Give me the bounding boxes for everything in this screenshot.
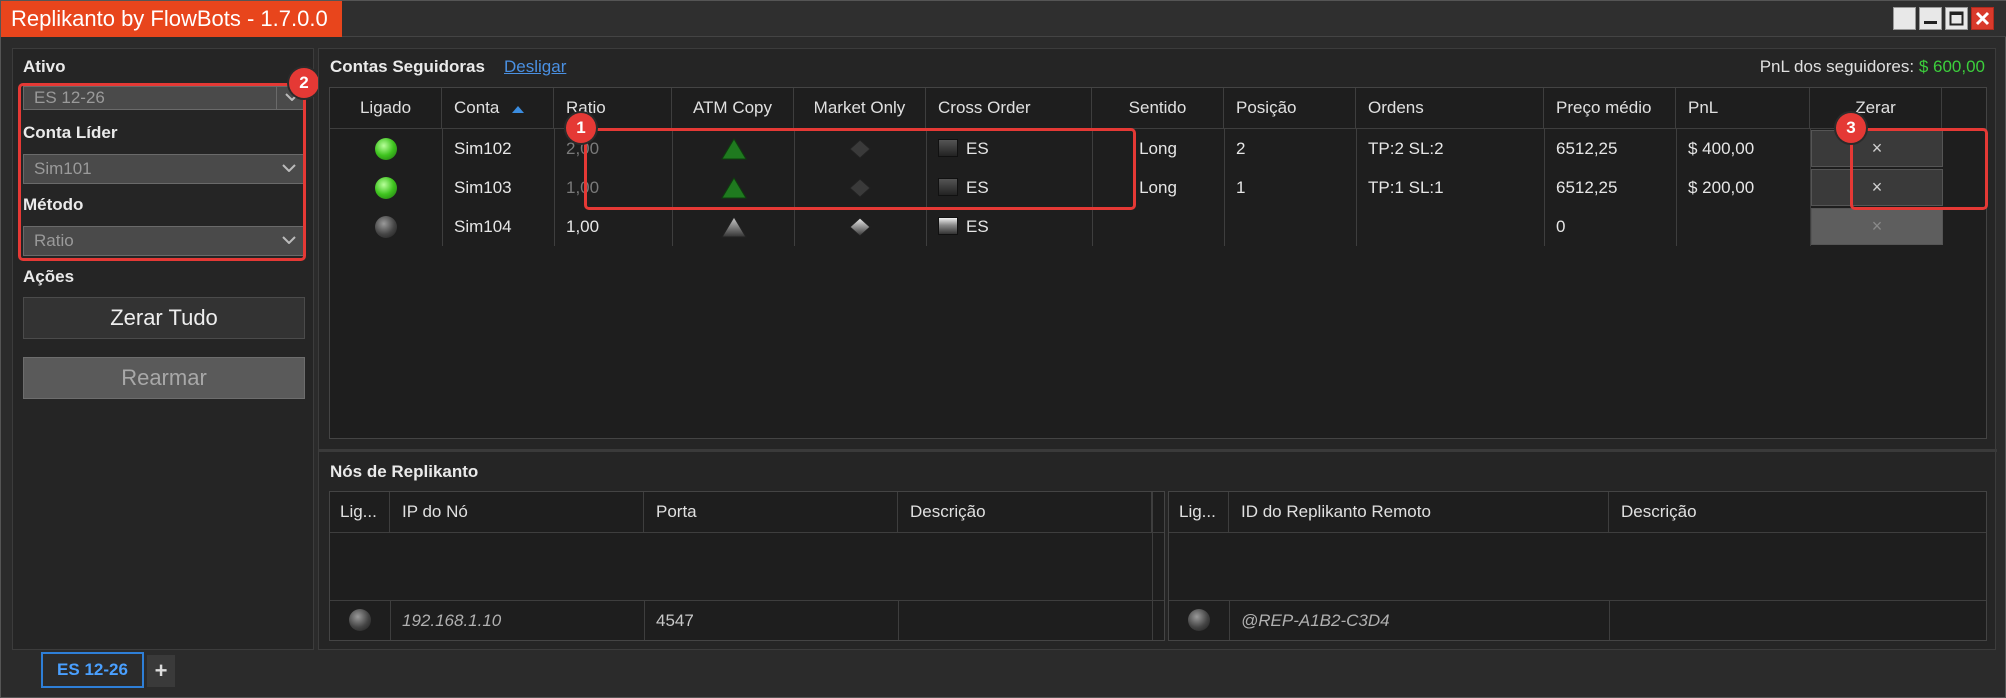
highlight-box-2 <box>18 83 306 261</box>
posicao-cell: 2 <box>1236 139 1246 158</box>
col-posicao[interactable]: Posição <box>1224 88 1356 128</box>
conta-cell: Sim102 <box>454 139 512 158</box>
col-sep <box>442 128 443 246</box>
section-divider <box>319 449 1997 452</box>
highlight-box-3 <box>1850 128 1988 210</box>
status-led-off[interactable] <box>375 216 397 238</box>
cross-order-toggle[interactable] <box>938 217 958 235</box>
header-divider <box>330 532 1164 533</box>
tab-es-12-26[interactable]: ES 12-26 <box>41 652 144 688</box>
col-id-remoto[interactable]: ID do Replikanto Remoto <box>1229 492 1609 532</box>
col-preco-medio[interactable]: Preço médio <box>1544 88 1676 128</box>
market-only-diamond-icon[interactable] <box>849 217 871 237</box>
preco-cell: 0 <box>1556 217 1566 236</box>
col-sep <box>1224 128 1225 246</box>
acoes-label: Ações <box>23 267 75 286</box>
pnl-value: $ 600,00 <box>1918 57 1985 76</box>
badge-2: 2 <box>289 68 319 98</box>
header-divider <box>1169 532 1986 533</box>
remote-nodes-table: Lig... ID do Replikanto Remoto Descrição… <box>1168 491 1987 641</box>
followers-pnl: PnL dos seguidores: $ 600,00 <box>1760 57 1985 77</box>
remote-status-led[interactable] <box>1188 609 1210 631</box>
conta-cell: Sim104 <box>454 217 512 236</box>
node-porta[interactable]: 4547 <box>656 601 694 640</box>
zerar-tudo-button[interactable]: Zerar Tudo <box>23 297 305 339</box>
badge-1: 1 <box>566 113 596 143</box>
col-conta[interactable]: Conta <box>442 88 554 128</box>
maximize-icon <box>1949 11 1964 26</box>
status-led-on[interactable] <box>375 177 397 199</box>
col-sep <box>1544 128 1545 246</box>
col-zerar[interactable]: Zerar <box>1810 88 1942 128</box>
pnl-cell: $ 400,00 <box>1688 139 1755 158</box>
options-button[interactable] <box>1893 7 1916 30</box>
col-descricao[interactable]: Descrição <box>1609 492 1986 532</box>
col-atm-copy[interactable]: ATM Copy <box>672 88 794 128</box>
col-conta-label: Conta <box>454 98 500 117</box>
highlight-box-1 <box>584 128 1136 210</box>
close-icon <box>1975 11 1990 26</box>
disconnect-link[interactable]: Desligar <box>504 57 566 77</box>
title-bar: Replikanto by FlowBots - 1.7.0.0 <box>1 1 2006 37</box>
col-sep <box>1152 492 1153 640</box>
col-porta[interactable]: Porta <box>644 492 898 532</box>
followers-heading: Contas Seguidoras <box>330 57 485 76</box>
maximize-button[interactable] <box>1945 7 1968 30</box>
window-title: Replikanto by FlowBots - 1.7.0.0 <box>1 1 342 37</box>
add-tab-button[interactable]: + <box>147 655 175 687</box>
col-sep <box>898 600 899 640</box>
col-sep <box>390 600 391 640</box>
col-sep <box>1356 128 1357 246</box>
col-ligado[interactable]: Ligado <box>330 88 442 128</box>
preco-cell: 6512,25 <box>1556 178 1618 197</box>
col-cross-order[interactable]: Cross Order <box>926 88 1092 128</box>
node-status-led[interactable] <box>349 609 371 631</box>
col-pnl[interactable]: PnL <box>1676 88 1810 128</box>
close-button[interactable] <box>1971 7 1994 30</box>
ordens-cell: TP:2 SL:2 <box>1368 139 1444 158</box>
posicao-cell: 1 <box>1236 178 1246 197</box>
col-sep <box>1229 600 1230 640</box>
col-ordens[interactable]: Ordens <box>1356 88 1544 128</box>
ordens-cell: TP:1 SL:1 <box>1368 178 1444 197</box>
cross-order-cell: ES <box>966 217 989 236</box>
nodes-heading: Nós de Replikanto <box>330 462 479 481</box>
col-lig[interactable]: Lig... <box>1169 492 1229 532</box>
pnl-label: PnL dos seguidores: <box>1759 57 1915 76</box>
col-sep <box>554 128 555 246</box>
status-led-on[interactable] <box>375 138 397 160</box>
zerar-row-button-disabled[interactable]: × <box>1811 208 1943 245</box>
minimize-button[interactable] <box>1919 7 1942 30</box>
ratio-cell[interactable]: 1,00 <box>566 207 599 246</box>
col-lig[interactable]: Lig... <box>330 492 390 532</box>
col-sep <box>1676 128 1677 246</box>
col-sentido[interactable]: Sentido <box>1092 88 1224 128</box>
minimize-icon <box>1924 21 1937 24</box>
pnl-cell: $ 200,00 <box>1688 178 1755 197</box>
col-descricao[interactable]: Descrição <box>898 492 1152 532</box>
sentido-cell <box>1092 207 1224 246</box>
col-ip[interactable]: IP do Nó <box>390 492 644 532</box>
preco-cell: 6512,25 <box>1556 139 1618 158</box>
rearmar-button[interactable]: Rearmar <box>23 357 305 399</box>
col-sep <box>644 600 645 640</box>
conta-cell: Sim103 <box>454 178 512 197</box>
atm-copy-off-icon[interactable] <box>721 216 747 238</box>
ativo-label: Ativo <box>23 57 66 76</box>
nodes-table: Lig... IP do Nó Porta Descrição 192.168.… <box>329 491 1165 641</box>
col-sep <box>1609 600 1610 640</box>
remote-id[interactable]: @REP-A1B2-C3D4 <box>1241 601 1390 640</box>
node-ip[interactable]: 192.168.1.10 <box>402 601 501 640</box>
app-window: Replikanto by FlowBots - 1.7.0.0 Ativo E… <box>0 0 2006 698</box>
col-market-only[interactable]: Market Only <box>794 88 926 128</box>
badge-3: 3 <box>1836 113 1866 143</box>
sort-asc-icon <box>512 105 525 113</box>
